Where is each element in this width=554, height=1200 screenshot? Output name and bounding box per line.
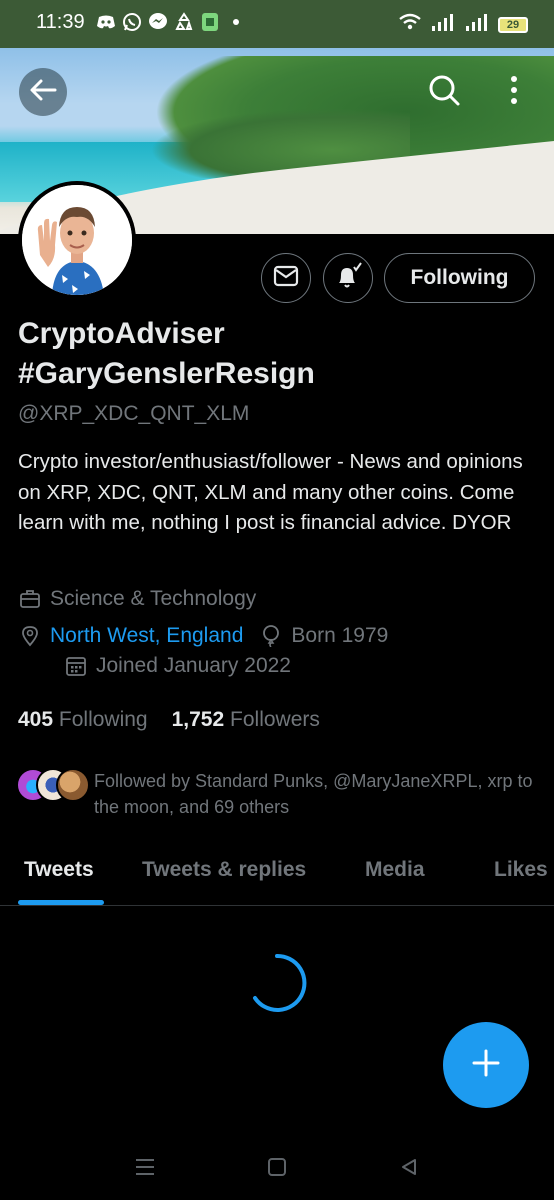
back-triangle-icon <box>399 1157 419 1182</box>
profile-location-row: North West, England Born 1979 <box>18 624 388 648</box>
menu-icon <box>134 1157 156 1182</box>
followers-stat[interactable]: 1,752 Followers <box>172 708 320 732</box>
status-time: 11:39 <box>36 11 85 33</box>
profile-name-line: CryptoAdviser <box>18 317 225 350</box>
tab-tweets-replies[interactable]: Tweets & replies <box>142 858 306 882</box>
more-button[interactable] <box>500 72 528 112</box>
back-nav-button[interactable] <box>394 1154 424 1184</box>
discord-icon <box>96 12 116 32</box>
follow-stats: 405 Following 1,752 Followers <box>18 708 320 732</box>
loading-spinner <box>246 952 308 1014</box>
followers-label: Followers <box>230 708 320 731</box>
following-count: 405 <box>18 708 54 731</box>
briefcase-icon <box>18 587 42 611</box>
app-icon <box>200 12 220 32</box>
status-bar: 11:39 29 <box>0 0 554 48</box>
signal-icon <box>464 12 490 37</box>
home-button[interactable] <box>262 1154 292 1184</box>
following-button[interactable]: Following <box>384 253 535 303</box>
tab-media[interactable]: Media <box>365 858 425 882</box>
profile-tabs: Tweets Tweets & replies Media Likes <box>0 846 554 906</box>
calendar-icon <box>64 654 88 678</box>
signal-icon <box>430 12 456 37</box>
followed-by-text[interactable]: Followed by Standard Punks, @MaryJaneXRP… <box>94 768 544 820</box>
location-pin-icon <box>18 624 42 648</box>
balloon-icon <box>259 624 283 648</box>
location-link[interactable]: North West, England <box>50 624 243 648</box>
home-square-icon <box>267 1157 287 1182</box>
joined-label: Joined January 2022 <box>96 654 291 677</box>
born-label: Born 1979 <box>291 624 389 647</box>
search-button[interactable] <box>424 72 464 112</box>
dot-icon <box>226 12 246 32</box>
arrow-left-icon <box>29 78 57 107</box>
message-button[interactable] <box>261 253 311 303</box>
profile-joined-row: Joined January 2022 <box>64 654 291 678</box>
profile-name-line: #GaryGenslerResign <box>18 357 315 390</box>
more-vertical-icon <box>510 75 518 110</box>
system-icons: 29 <box>398 12 528 37</box>
active-tab-indicator <box>18 900 104 905</box>
messenger-icon <box>148 12 168 32</box>
recent-apps-button[interactable] <box>130 1154 160 1184</box>
back-button[interactable] <box>19 68 67 116</box>
notification-icons <box>96 12 246 32</box>
category-label: Science & Technology <box>50 587 257 610</box>
profile-bio: Crypto investor/enthusiast/follower - Ne… <box>18 450 523 534</box>
avatar[interactable] <box>18 181 136 299</box>
compose-tweet-button[interactable] <box>443 1022 529 1108</box>
followers-count: 1,752 <box>171 708 225 731</box>
following-label: Following <box>58 708 148 731</box>
notifications-button[interactable] <box>323 253 373 303</box>
system-nav-bar <box>0 1136 554 1200</box>
tab-likes[interactable]: Likes <box>494 858 548 882</box>
search-icon <box>427 73 461 112</box>
wifi-icon <box>398 12 422 37</box>
battery-icon: 29 <box>498 16 528 33</box>
mail-icon <box>273 265 299 292</box>
tab-tweets[interactable]: Tweets <box>24 858 94 882</box>
avatar-image <box>22 185 132 295</box>
profile-name: CryptoAdviser #GaryGenslerResign <box>18 314 538 394</box>
whatsapp-icon <box>122 12 142 32</box>
followed-by-avatars[interactable] <box>16 768 90 802</box>
avatar <box>56 768 90 802</box>
profile-handle: @XRP_XDC_QNT_XLM <box>18 402 250 425</box>
profile-category: Science & Technology <box>18 587 256 611</box>
following-stat[interactable]: 405 Following <box>18 708 148 732</box>
recycle-icon <box>174 12 194 32</box>
bell-check-icon <box>333 261 363 296</box>
plus-icon <box>471 1048 501 1083</box>
